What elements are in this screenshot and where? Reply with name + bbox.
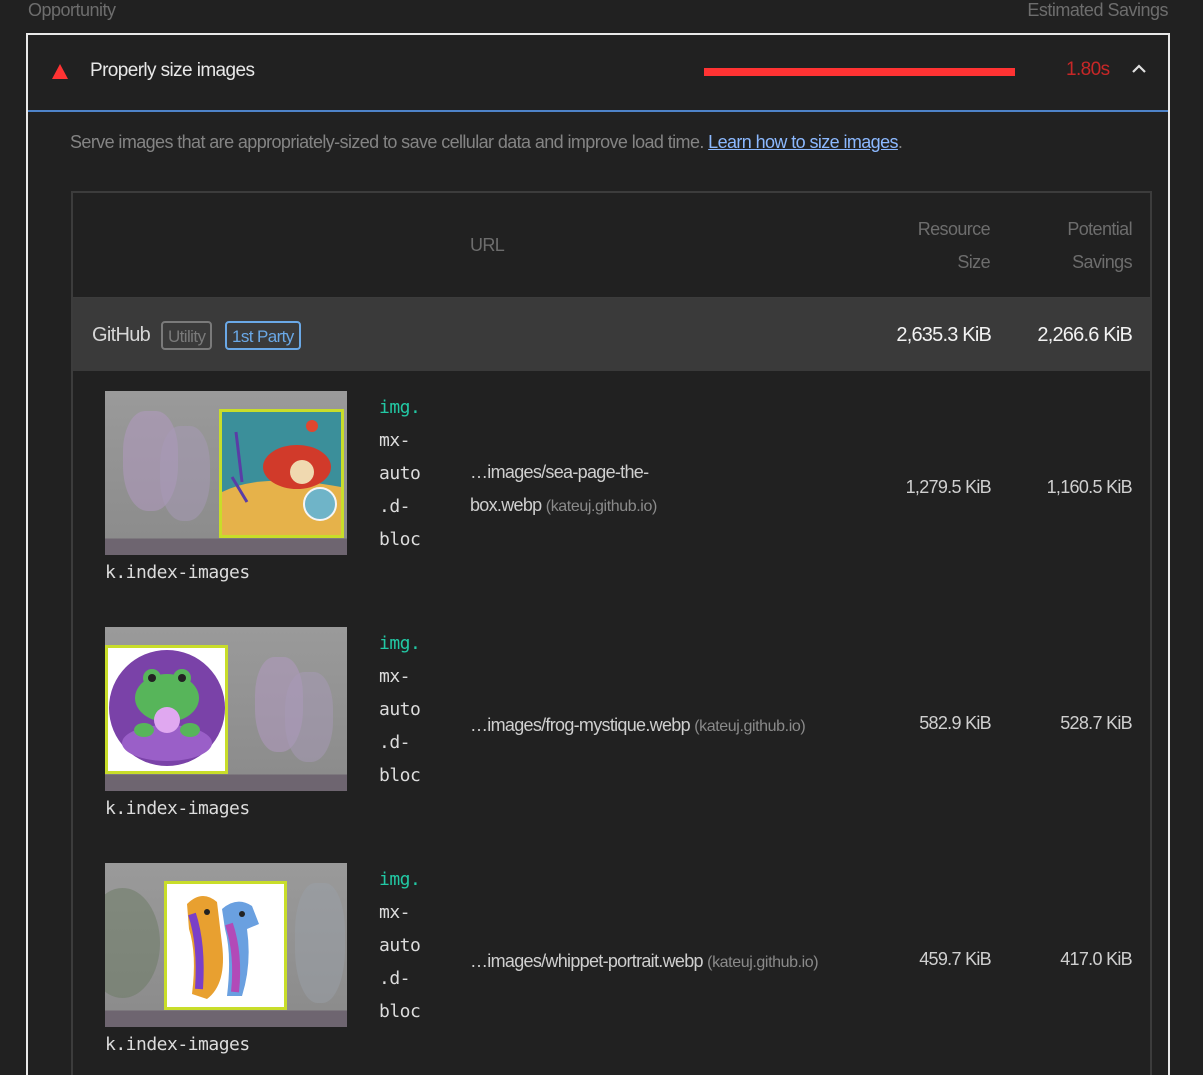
url-text: …images/frog-mystique.webp <box>470 715 691 735</box>
details-table: URL Resource Size Potential Savings GitH… <box>71 191 1152 1075</box>
entity-name: GitHub <box>92 324 151 346</box>
resource-size-cell: 582.9 KiB <box>919 713 991 733</box>
url-text: …images/whippet-portrait.webp <box>470 951 704 971</box>
selector-tag: img. <box>379 397 421 418</box>
selector-classes: mx- auto .d- bloc <box>379 902 421 1022</box>
selector-tag: img. <box>379 633 421 654</box>
url-text-line1: …images/sea-page-the- <box>470 462 649 482</box>
estimated-savings-header: Estimated Savings <box>1027 0 1168 20</box>
chevron-up-icon[interactable] <box>1131 61 1147 77</box>
first-party-badge: 1st Party <box>225 321 301 350</box>
url-host: (kateuj.github.io) <box>545 498 657 515</box>
utility-badge: Utility <box>161 321 213 350</box>
highlighted-image <box>164 881 287 1010</box>
potential-savings-column-header: Potential Savings <box>1013 213 1132 279</box>
url-host: (kateuj.github.io) <box>707 954 819 971</box>
audit-title: Properly size images <box>90 60 255 81</box>
selector-tail: k.index-images <box>105 1034 250 1055</box>
selector-tail: k.index-images <box>105 798 250 819</box>
url-column-header: URL <box>470 235 505 255</box>
potential-savings-cell: 1,160.5 KiB <box>1046 477 1133 497</box>
potential-savings-line1: Potential <box>1067 219 1132 239</box>
description-text: Serve images that are appropriately-size… <box>70 132 704 152</box>
table-header: URL Resource Size Potential Savings <box>73 193 1150 298</box>
selector-tag: img. <box>379 869 421 890</box>
table-row: img. mx- auto .d- bloc k.index-images …i… <box>73 607 1150 843</box>
url-cell[interactable]: …images/whippet-portrait.webp (kateuj.gi… <box>470 945 819 979</box>
opportunity-header: Opportunity <box>28 0 116 20</box>
table-row: img. mx- auto .d- bloc k.index-images …i… <box>73 843 1150 1075</box>
url-cell[interactable]: …images/sea-page-the- box.webp (kateuj.g… <box>470 456 657 523</box>
column-headers: Opportunity Estimated Savings <box>0 0 1203 28</box>
highlighted-image <box>105 645 228 774</box>
learn-more-link[interactable]: Learn how to size images <box>708 132 898 152</box>
url-host: (kateuj.github.io) <box>694 718 806 735</box>
selector-tail: k.index-images <box>105 562 250 583</box>
selector-classes: mx- auto .d- bloc <box>379 666 421 786</box>
link-suffix: . <box>897 132 903 152</box>
entity-group-row: GitHub Utility 1st Party 2,635.3 KiB 2,2… <box>73 298 1150 371</box>
resource-size-column-header: Resource Size <box>873 213 991 279</box>
element-screenshot[interactable] <box>105 391 347 555</box>
resource-size-line2: Size <box>957 252 990 272</box>
resource-size-cell: 1,279.5 KiB <box>905 477 992 497</box>
savings-value: 1.80s <box>1066 59 1110 80</box>
url-text-line2: box.webp <box>470 495 542 515</box>
potential-savings-line2: Savings <box>1072 252 1132 272</box>
potential-savings-cell: 417.0 KiB <box>1060 949 1132 969</box>
highlighted-image <box>219 409 344 538</box>
resource-size-line1: Resource <box>917 219 991 239</box>
table-row: img. mx- auto .d- bloc k.index-images …i… <box>73 371 1150 607</box>
resource-size-cell: 459.7 KiB <box>919 949 991 969</box>
url-cell[interactable]: …images/frog-mystique.webp (kateuj.githu… <box>470 709 806 743</box>
audit-properly-size-images: Properly size images 1.80s Serve images … <box>26 33 1170 1075</box>
group-potential-savings: 2,266.6 KiB <box>1037 324 1132 346</box>
group-resource-size: 2,635.3 KiB <box>896 324 991 346</box>
savings-bar <box>704 68 1015 76</box>
audit-description: Serve images that are appropriately-size… <box>70 132 903 153</box>
element-screenshot[interactable] <box>105 627 347 791</box>
fail-triangle-icon <box>52 64 68 79</box>
potential-savings-cell: 528.7 KiB <box>1060 713 1132 733</box>
audit-header[interactable]: Properly size images 1.80s <box>28 35 1168 112</box>
element-screenshot[interactable] <box>105 863 347 1027</box>
selector-classes: mx- auto .d- bloc <box>379 430 421 550</box>
